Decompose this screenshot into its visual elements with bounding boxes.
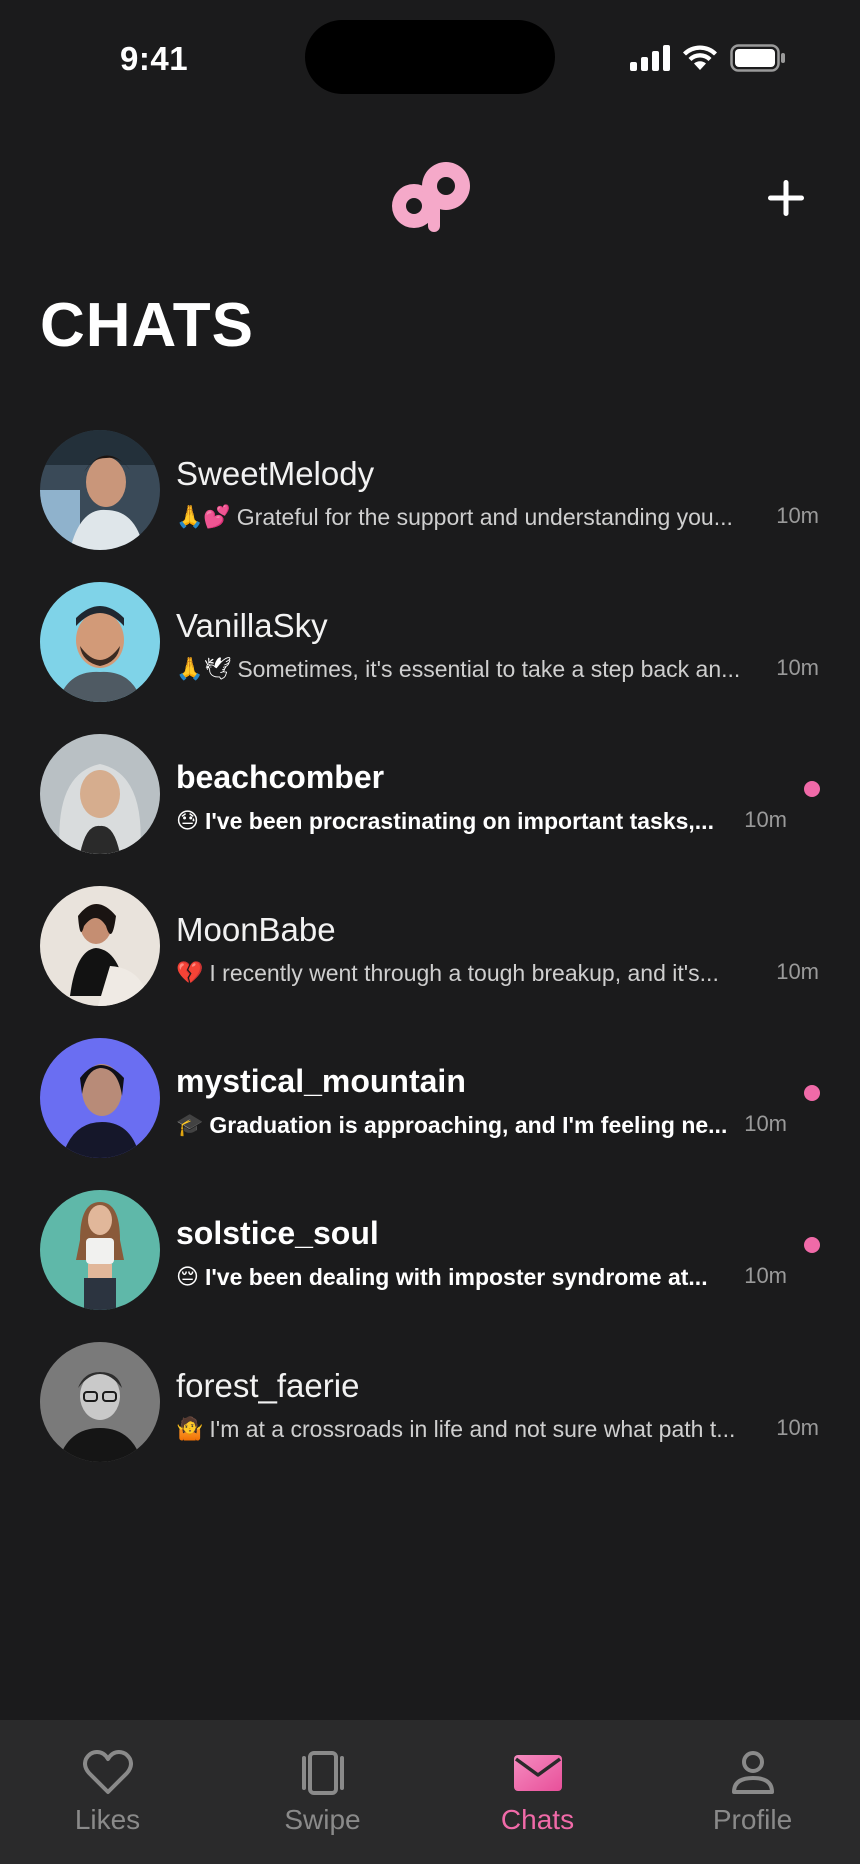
- chat-name: beachcomber: [176, 759, 385, 795]
- avatar: [40, 1342, 160, 1462]
- chat-time: 10m: [744, 807, 787, 832]
- chat-preview-row: 🎓 Graduation is approaching, and I'm fee…: [176, 1108, 757, 1142]
- chat-time: 10m: [744, 1263, 787, 1288]
- chat-emoji: 🙏🕊: [176, 656, 232, 682]
- chat-name: SweetMelody: [176, 455, 375, 492]
- chat-preview: Sometimes, it's essential to take a step…: [237, 655, 741, 682]
- nav-label: Chats: [500, 1804, 575, 1835]
- chat-time: 10m: [776, 1415, 819, 1440]
- chat-preview-row: 🤷 I'm at a crossroads in life and not su…: [176, 1412, 741, 1446]
- chat-preview: I'm at a crossroads in life and not sure…: [209, 1415, 736, 1442]
- chat-preview: Grateful for the support and understandi…: [236, 503, 733, 530]
- chat-preview-row: 😔 I've been dealing with imposter syndro…: [176, 1260, 753, 1294]
- chat-time: 10m: [744, 1111, 787, 1136]
- chat-name: mystical_mountain: [176, 1063, 466, 1099]
- new-chat-button[interactable]: [758, 170, 814, 226]
- chat-time: 10m: [776, 959, 819, 984]
- chat-time: 10m: [776, 503, 819, 528]
- chat-preview: I recently went through a tough breakup,…: [209, 959, 719, 986]
- status-time: 9:41: [120, 40, 189, 77]
- chat-time: 10m: [776, 655, 819, 680]
- chat-preview: I've been dealing with imposter syndrome…: [204, 1263, 708, 1290]
- nav-tab-profile[interactable]: Profile: [645, 1720, 860, 1864]
- chat-list-item[interactable]: mystical_mountain 🎓 Graduation is approa…: [0, 1033, 860, 1185]
- dynamic-island: [305, 20, 555, 94]
- avatar: [40, 886, 160, 1006]
- page-title: CHATS: [40, 291, 254, 360]
- chat-preview: I've been procrastinating on important t…: [204, 807, 714, 834]
- chat-emoji: 🎓: [176, 1112, 204, 1138]
- person-icon: [731, 1751, 774, 1794]
- chat-emoji: 🤷: [176, 1416, 204, 1442]
- wifi-icon: [683, 45, 717, 70]
- chat-preview-row: 💔 I recently went through a tough breaku…: [176, 956, 741, 990]
- nav-label: Swipe: [284, 1804, 361, 1835]
- chat-list-item[interactable]: SweetMelody 🙏💕 Grateful for the support …: [0, 425, 860, 577]
- nav-label: Likes: [74, 1804, 141, 1835]
- signal-icon: [630, 45, 670, 71]
- avatar: [40, 582, 160, 702]
- chat-preview: Graduation is approaching, and I'm feeli…: [209, 1111, 728, 1138]
- chat-preview-row: 😓 I've been procrastinating on important…: [176, 804, 753, 838]
- unread-indicator: [804, 781, 820, 797]
- nav-tab-likes[interactable]: Likes: [0, 1720, 215, 1864]
- app-header: [0, 150, 860, 240]
- avatar: [40, 734, 160, 854]
- unread-indicator: [804, 1237, 820, 1253]
- app-logo-icon: [392, 162, 470, 232]
- plus-icon: [768, 180, 804, 216]
- chat-emoji: 😔: [176, 1264, 199, 1290]
- chat-emoji: 💔: [176, 960, 204, 986]
- bottom-nav: Likes Swipe Chats Profile: [0, 1720, 860, 1864]
- chat-list-item[interactable]: beachcomber 😓 I've been procrastinating …: [0, 729, 860, 881]
- chat-name: MoonBabe: [176, 911, 336, 948]
- battery-icon: [730, 44, 785, 72]
- nav-tab-chats[interactable]: Chats: [430, 1720, 645, 1864]
- chat-preview-row: 🙏💕 Grateful for the support and understa…: [176, 500, 769, 534]
- cards-icon: [301, 1751, 344, 1795]
- chat-name: VanillaSky: [176, 607, 328, 644]
- mail-icon: [513, 1755, 562, 1791]
- avatar: [40, 430, 160, 550]
- chat-list-item[interactable]: MoonBabe 💔 I recently went through a tou…: [0, 881, 860, 1033]
- chat-name: forest_faerie: [176, 1367, 360, 1404]
- nav-tab-swipe[interactable]: Swipe: [215, 1720, 430, 1864]
- chat-emoji: 🙏💕: [176, 504, 231, 530]
- chat-list-item[interactable]: VanillaSky 🙏🕊 Sometimes, it's essential …: [0, 577, 860, 729]
- unread-indicator: [804, 1085, 820, 1101]
- chat-list-item[interactable]: forest_faerie 🤷 I'm at a crossroads in l…: [0, 1337, 860, 1489]
- chat-preview-row: 🙏🕊 Sometimes, it's essential to take a s…: [176, 652, 769, 686]
- chat-emoji: 😓: [176, 808, 199, 834]
- chat-name: solstice_soul: [176, 1215, 379, 1251]
- status-bar: 9:41: [0, 0, 860, 110]
- heart-icon: [82, 1750, 133, 1794]
- status-icons: [630, 44, 786, 72]
- avatar: [40, 1038, 160, 1158]
- nav-label: Profile: [712, 1804, 793, 1835]
- chat-list-item[interactable]: solstice_soul 😔 I've been dealing with i…: [0, 1185, 860, 1337]
- avatar: [40, 1190, 160, 1310]
- chat-list: SweetMelody 🙏💕 Grateful for the support …: [0, 425, 860, 1489]
